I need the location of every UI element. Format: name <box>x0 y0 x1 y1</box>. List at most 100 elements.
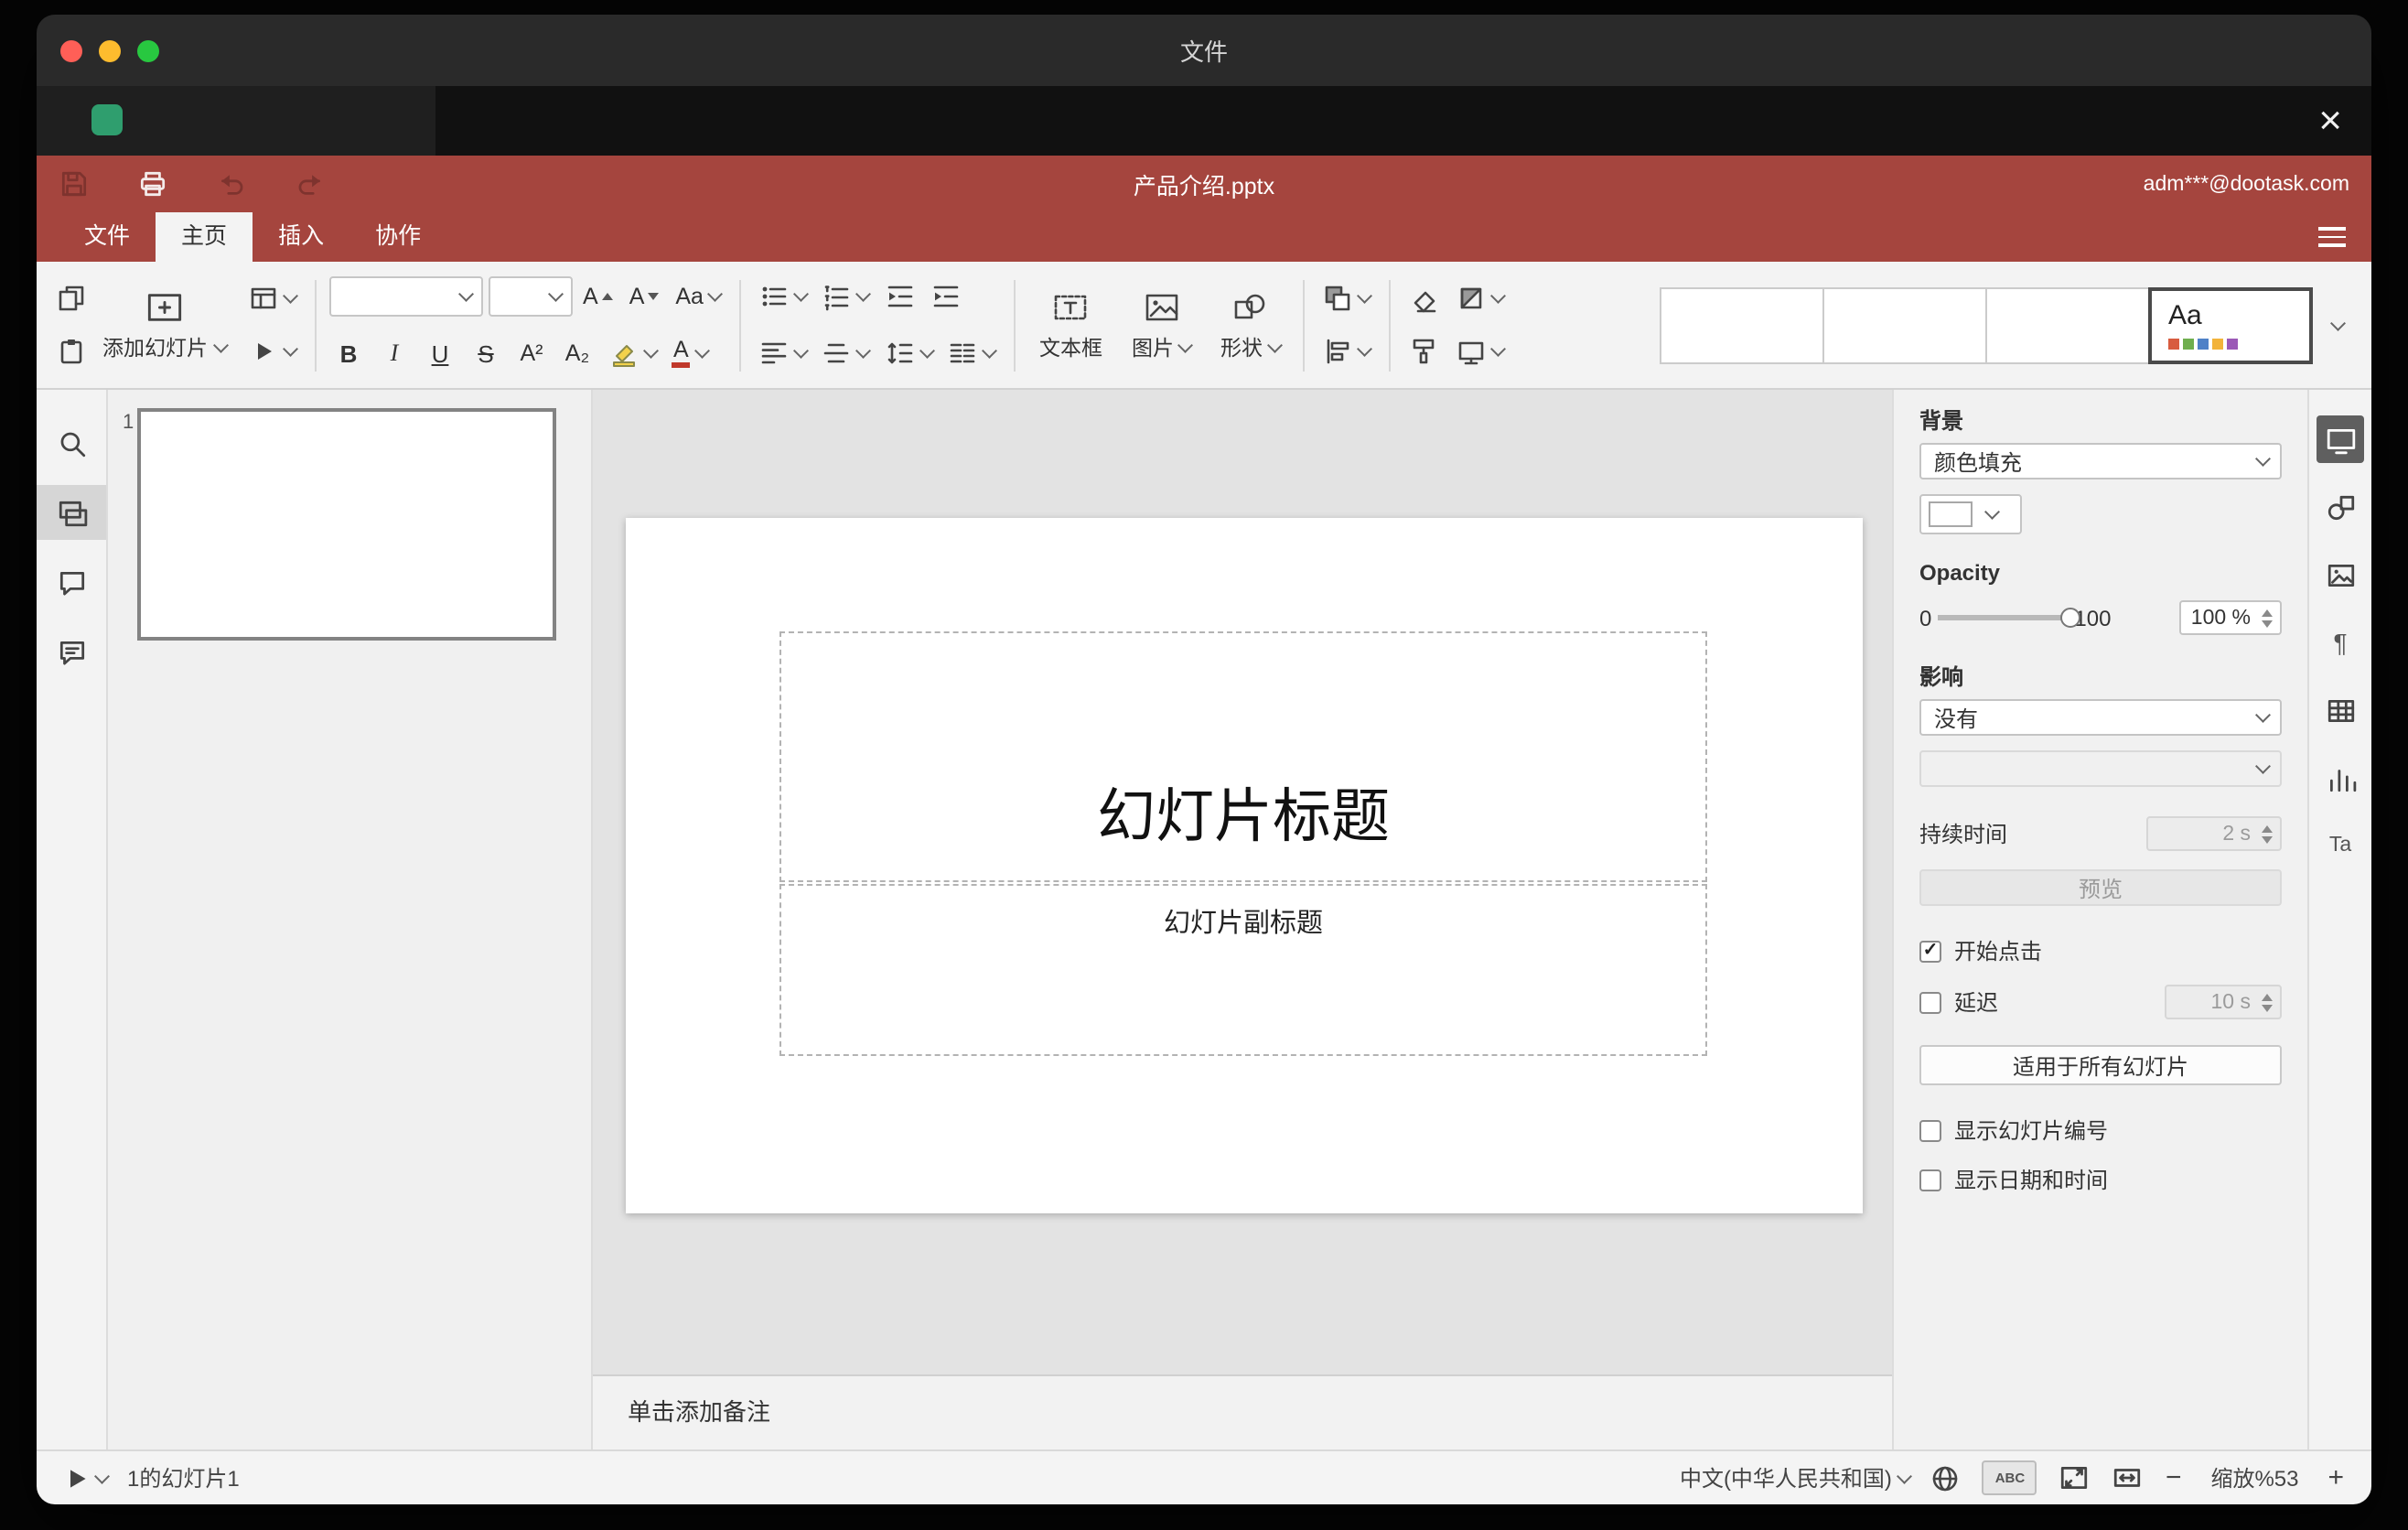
slide-thumbnails-panel: 1 <box>108 390 593 1449</box>
fit-width-button[interactable] <box>2112 1462 2144 1493</box>
spinner-arrows-icon[interactable] <box>2262 609 2273 627</box>
highlight-color-button[interactable] <box>603 331 661 375</box>
underline-button[interactable]: U <box>420 331 460 375</box>
increase-font-button[interactable]: A <box>577 275 618 318</box>
fill-type-select[interactable]: 颜色填充 <box>1919 443 2282 479</box>
slide-surface[interactable]: 幻灯片标题 幻灯片副标题 <box>626 518 1863 1213</box>
comments-button[interactable] <box>37 555 106 609</box>
shape-settings-button[interactable] <box>2317 483 2364 531</box>
show-slide-number-checkbox[interactable] <box>1919 1119 1941 1141</box>
spellcheck-toggle[interactable]: ABC <box>1982 1460 2037 1495</box>
tab-file[interactable]: 文件 <box>59 212 156 262</box>
spinner-arrows-icon[interactable] <box>2262 993 2273 1011</box>
slider-handle[interactable] <box>2059 607 2080 627</box>
textart-settings-button[interactable]: Ta <box>2317 822 2364 869</box>
close-icon[interactable]: × <box>2311 92 2349 150</box>
feedback-button[interactable] <box>37 624 106 679</box>
copy-style-button[interactable] <box>1403 329 1444 373</box>
decrease-font-button[interactable]: A <box>624 275 665 318</box>
fit-slide-button[interactable] <box>2059 1462 2091 1493</box>
font-name-select[interactable] <box>328 276 482 317</box>
duration-input[interactable]: 2 s <box>2146 816 2282 851</box>
font-size-select[interactable] <box>488 276 572 317</box>
fill-color-swatch[interactable] <box>1919 494 2022 534</box>
font-color-button[interactable]: A <box>666 331 714 375</box>
table-settings-button[interactable] <box>2317 686 2364 734</box>
indent-icon <box>933 286 959 307</box>
print-button[interactable] <box>137 167 168 200</box>
clear-style-button[interactable] <box>1403 276 1444 320</box>
image-settings-button[interactable] <box>2317 551 2364 598</box>
columns-icon <box>951 343 976 363</box>
arrange-shapes-button[interactable] <box>1318 276 1376 320</box>
align-shapes-button[interactable] <box>1318 329 1376 373</box>
avatar <box>91 104 123 135</box>
save-button[interactable] <box>59 167 90 200</box>
theme-option-selected[interactable]: Aa <box>2148 286 2313 363</box>
tab-collaboration[interactable]: 协作 <box>349 212 446 262</box>
slide-settings-button[interactable] <box>2317 415 2364 463</box>
paste-button[interactable] <box>51 329 91 373</box>
horizontal-align-button[interactable] <box>754 331 812 375</box>
search-button[interactable] <box>37 415 106 470</box>
tab-home[interactable]: 主页 <box>156 212 253 262</box>
theme-option-1[interactable] <box>1660 286 1824 363</box>
add-slide-button[interactable]: 添加幻灯片 <box>91 288 236 361</box>
tab-insert[interactable]: 插入 <box>253 212 349 262</box>
line-spacing-button[interactable] <box>880 331 938 375</box>
delay-input[interactable]: 10 s <box>2165 985 2282 1019</box>
slide-thumbnail[interactable] <box>137 408 556 641</box>
vertical-align-button[interactable] <box>817 331 875 375</box>
zoom-in-button[interactable]: + <box>2327 1464 2344 1492</box>
redo-button[interactable] <box>295 167 326 200</box>
opacity-slider-row: 0 100 100 % <box>1919 600 2282 635</box>
toolbar-separator <box>1303 279 1306 371</box>
slide-layout-button[interactable] <box>243 276 301 320</box>
opacity-input[interactable]: 100 % <box>2179 600 2282 635</box>
chart-settings-button[interactable] <box>2317 754 2364 802</box>
delay-checkbox[interactable] <box>1919 991 1941 1013</box>
theme-option-2[interactable] <box>1822 286 1987 363</box>
notes-input[interactable]: 单击添加备注 <box>593 1374 1892 1449</box>
effect-variant-select[interactable] <box>1919 750 2282 787</box>
hamburger-menu-icon[interactable] <box>2318 212 2346 262</box>
opacity-slider[interactable] <box>1937 607 2080 627</box>
theme-option-3[interactable] <box>1985 286 2150 363</box>
theme-gallery-expand-button[interactable] <box>2313 286 2357 363</box>
insert-image-button[interactable]: 图片 <box>1121 288 1202 361</box>
slide-size-button[interactable] <box>1451 329 1509 373</box>
fill-color-button[interactable] <box>1451 276 1509 320</box>
chevron-down-icon <box>1490 288 1506 303</box>
preview-button[interactable]: 预览 <box>1919 869 2282 906</box>
spinner-arrows-icon[interactable] <box>2262 824 2273 843</box>
change-case-button[interactable]: Aa <box>670 275 726 318</box>
title-placeholder[interactable]: 幻灯片标题 <box>779 631 1707 882</box>
undo-button[interactable] <box>216 167 247 200</box>
show-date-time-checkbox[interactable] <box>1919 1169 1941 1191</box>
start-on-click-checkbox[interactable]: ✓ <box>1919 940 1941 962</box>
insert-shape-button[interactable]: 形状 <box>1209 288 1291 361</box>
decrease-indent-button[interactable] <box>880 275 920 318</box>
effect-select[interactable]: 没有 <box>1919 699 2282 736</box>
document-language-button[interactable] <box>1931 1463 1961 1492</box>
superscript-button[interactable]: A² <box>511 331 552 375</box>
paragraph-settings-button[interactable]: ¶ <box>2317 619 2364 666</box>
italic-button[interactable]: I <box>374 331 414 375</box>
columns-button[interactable] <box>943 331 1001 375</box>
numbered-list-button[interactable] <box>817 275 875 318</box>
start-slideshow-statusbar-button[interactable] <box>64 1465 110 1491</box>
bold-button[interactable]: B <box>328 331 369 375</box>
subscript-button[interactable]: A₂ <box>557 331 597 375</box>
increase-indent-button[interactable] <box>926 275 966 318</box>
copy-button[interactable] <box>51 276 91 320</box>
zoom-out-button[interactable]: − <box>2166 1464 2182 1492</box>
language-select[interactable]: 中文(中华人民共和国) <box>1680 1462 1912 1493</box>
apply-to-all-slides-button[interactable]: 适用于所有幻灯片 <box>1919 1045 2282 1085</box>
slides-panel-button[interactable] <box>37 485 106 540</box>
subtitle-placeholder[interactable]: 幻灯片副标题 <box>779 884 1707 1056</box>
bullet-list-button[interactable] <box>754 275 812 318</box>
strikethrough-button[interactable]: S <box>466 331 506 375</box>
insert-textbox-button[interactable]: 文本框 <box>1028 288 1113 361</box>
chevron-down-icon <box>2254 759 2270 773</box>
start-slideshow-button[interactable] <box>243 329 301 373</box>
